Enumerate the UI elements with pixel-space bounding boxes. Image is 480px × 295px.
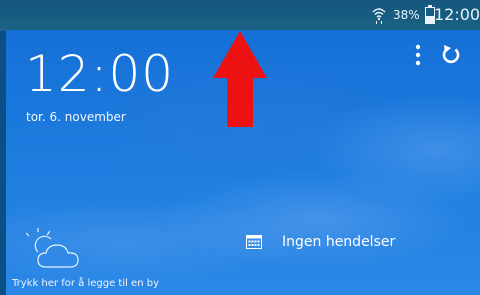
refresh-icon[interactable] [440, 44, 462, 66]
up-arrow-icon [213, 31, 267, 127]
partly-cloudy-icon[interactable] [26, 227, 84, 271]
wifi-icon [372, 8, 386, 24]
weather-add-city-hint[interactable]: Trykk her for å legge til en by [12, 278, 159, 289]
clock-date: tor. 6. november [26, 110, 126, 124]
menu-dots-icon[interactable] [412, 43, 424, 67]
clock-time[interactable]: 12:00 [25, 44, 174, 104]
status-bar[interactable]: 38% 12:00 [0, 0, 480, 31]
calendar-events-label[interactable]: Ingen hendelser [282, 234, 395, 250]
status-time: 12:00 [434, 5, 480, 24]
calendar-icon [246, 235, 262, 249]
battery-percent: 38% [393, 8, 420, 22]
